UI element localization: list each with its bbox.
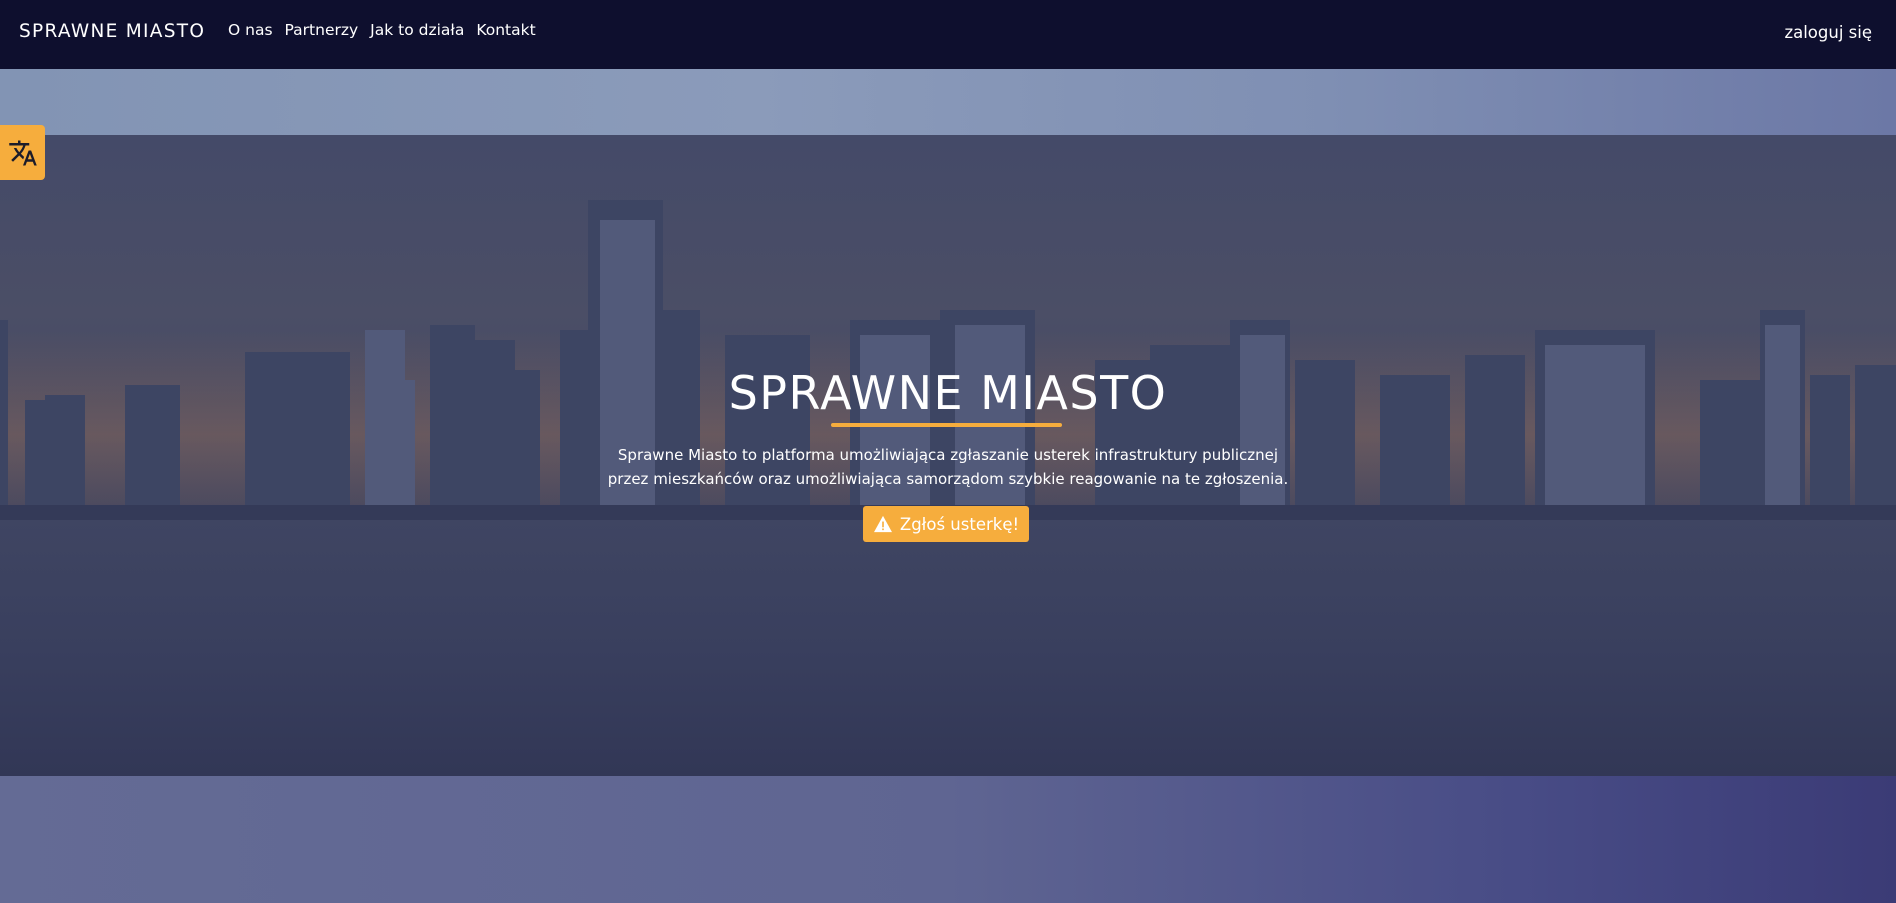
report-issue-label: Zgłoś usterkę! — [899, 514, 1020, 534]
nav-link-partnerzy[interactable]: Partnerzy — [285, 21, 359, 39]
hero-title: SPRAWNE MIASTO — [728, 366, 1168, 420]
hero-description-line-2: przez mieszkańców oraz umożliwiająca sam… — [607, 470, 1289, 488]
brand-logo-text[interactable]: SPRAWNE MIASTO — [19, 21, 205, 42]
hero-description-line-1: Sprawne Miasto to platforma umożliwiając… — [617, 446, 1279, 464]
warning-icon — [873, 515, 892, 533]
sky-band — [0, 69, 1896, 135]
translate-button[interactable] — [0, 125, 45, 180]
bottom-band — [0, 776, 1896, 903]
nav-link-o-nas[interactable]: O nas — [228, 21, 273, 39]
nav-link-kontakt[interactable]: Kontakt — [476, 21, 535, 39]
hero-description: Sprawne Miasto to platforma umożliwiając… — [0, 443, 1896, 491]
title-underline — [831, 423, 1062, 427]
report-issue-button[interactable]: Zgłoś usterkę! — [863, 506, 1029, 542]
nav-links: O nas Partnerzy Jak to działa Kontakt — [228, 21, 536, 39]
navbar: SPRAWNE MIASTO O nas Partnerzy Jak to dz… — [0, 0, 1896, 69]
water-reflection — [0, 520, 1896, 776]
login-link[interactable]: zaloguj się — [1784, 23, 1872, 42]
translate-icon — [8, 140, 37, 165]
nav-link-jak-to-dziala[interactable]: Jak to działa — [370, 21, 464, 39]
